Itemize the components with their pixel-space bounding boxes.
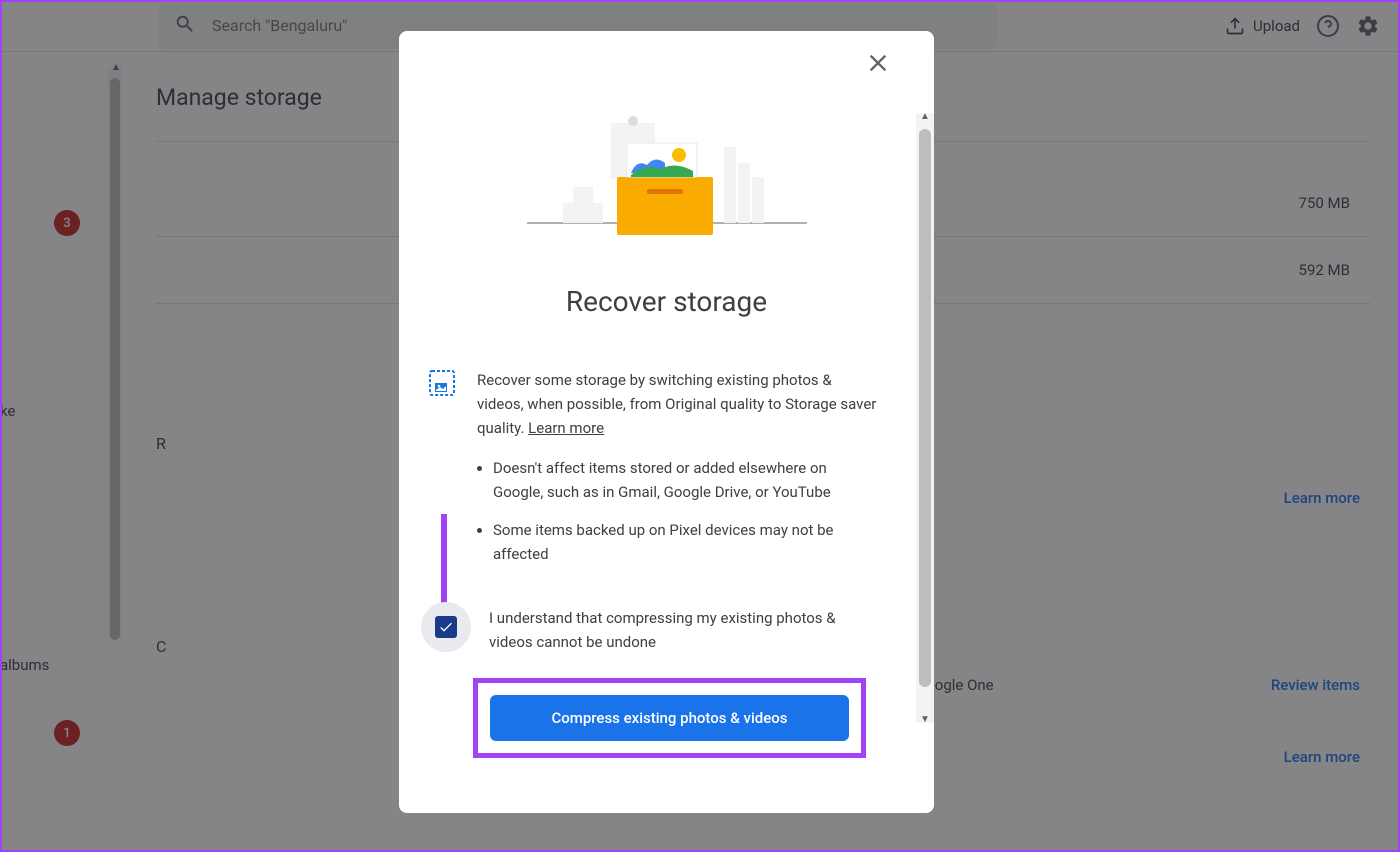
compress-button[interactable]: Compress existing photos & videos [490, 695, 849, 741]
consent-text: I understand that compressing my existin… [489, 606, 880, 654]
bullet-item: Doesn't affect items stored or added els… [493, 456, 880, 504]
modal-description: Recover some storage by switching existi… [477, 368, 880, 440]
learn-more-link[interactable]: Learn more [528, 419, 604, 437]
close-icon [864, 49, 892, 77]
scroll-down-icon: ▼ [920, 714, 930, 725]
consent-checkbox[interactable] [421, 602, 471, 652]
recover-storage-modal: ▲ ▼ Recover storag [399, 31, 934, 813]
scroll-up-icon: ▲ [920, 111, 930, 122]
checkmark-icon [438, 619, 454, 635]
compress-icon [429, 370, 455, 396]
modal-scrollbar[interactable]: ▲ ▼ [916, 113, 934, 723]
modal-bullet-list: Doesn't affect items stored or added els… [399, 456, 934, 566]
storage-illustration [399, 115, 934, 245]
consent-checkbox-row: I understand that compressing my existin… [399, 602, 934, 654]
modal-title: Recover storage [399, 285, 934, 318]
close-button[interactable] [864, 49, 892, 77]
bullet-item: Some items backed up on Pixel devices ma… [493, 518, 880, 566]
modal-scrollbar-thumb[interactable] [919, 129, 931, 687]
action-button-highlight: Compress existing photos & videos [473, 678, 866, 758]
